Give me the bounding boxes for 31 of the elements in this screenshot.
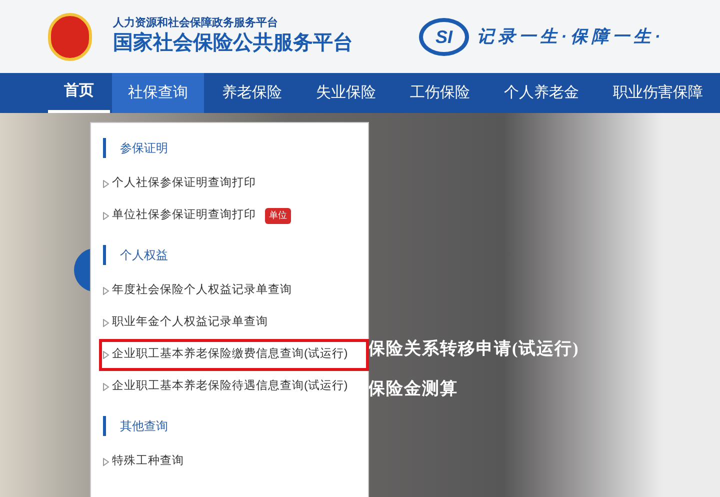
platform-title: 国家社会保险公共服务平台: [113, 30, 353, 56]
triangle-icon: [103, 287, 109, 295]
triangle-icon: [103, 212, 109, 220]
menu-link[interactable]: 企业职工基本养老保险缴费信息查询(试运行): [99, 339, 369, 371]
nav-tab[interactable]: 社保查询: [112, 73, 204, 113]
menu-link[interactable]: 职业年金个人权益记录单查询: [99, 307, 366, 339]
nav-tab[interactable]: 工伤保险: [394, 73, 486, 113]
menu-link[interactable]: 特殊工种查询: [99, 446, 366, 478]
slogan: 记录一生·保障一生·: [477, 26, 664, 48]
nav-tab[interactable]: 失业保险: [300, 73, 392, 113]
unit-tag: 单位: [265, 208, 291, 224]
triangle-icon: [103, 319, 109, 327]
group-heading: 其他查询: [103, 416, 366, 436]
emblem-icon: [48, 12, 92, 60]
group-heading: 个人权益: [103, 245, 366, 265]
banner-text: 保险金测算: [368, 378, 459, 400]
triangle-icon: [103, 383, 109, 391]
menu-link[interactable]: 个人社保参保证明查询打印: [99, 168, 366, 200]
menu-link[interactable]: 单位社保参保证明查询打印 单位: [99, 200, 366, 232]
menu-link[interactable]: 企业职工基本养老保险待遇信息查询(试运行): [99, 371, 366, 403]
si-logo: SI: [419, 18, 469, 56]
menu-link[interactable]: 年度社会保险个人权益记录单查询: [99, 275, 366, 307]
triangle-icon: [103, 458, 109, 466]
platform-subtitle: 人力资源和社会保障政务服务平台: [113, 17, 279, 30]
nav-tab[interactable]: 养老保险: [206, 73, 298, 113]
nav-tab[interactable]: 个人养老金: [488, 73, 595, 113]
nav-tab[interactable]: 职业伤害保障: [597, 73, 719, 113]
banner-text: 保险关系转移申请(试运行): [368, 338, 580, 360]
triangle-icon: [103, 180, 109, 188]
group-heading: 参保证明: [103, 138, 366, 158]
triangle-icon: [103, 351, 109, 359]
